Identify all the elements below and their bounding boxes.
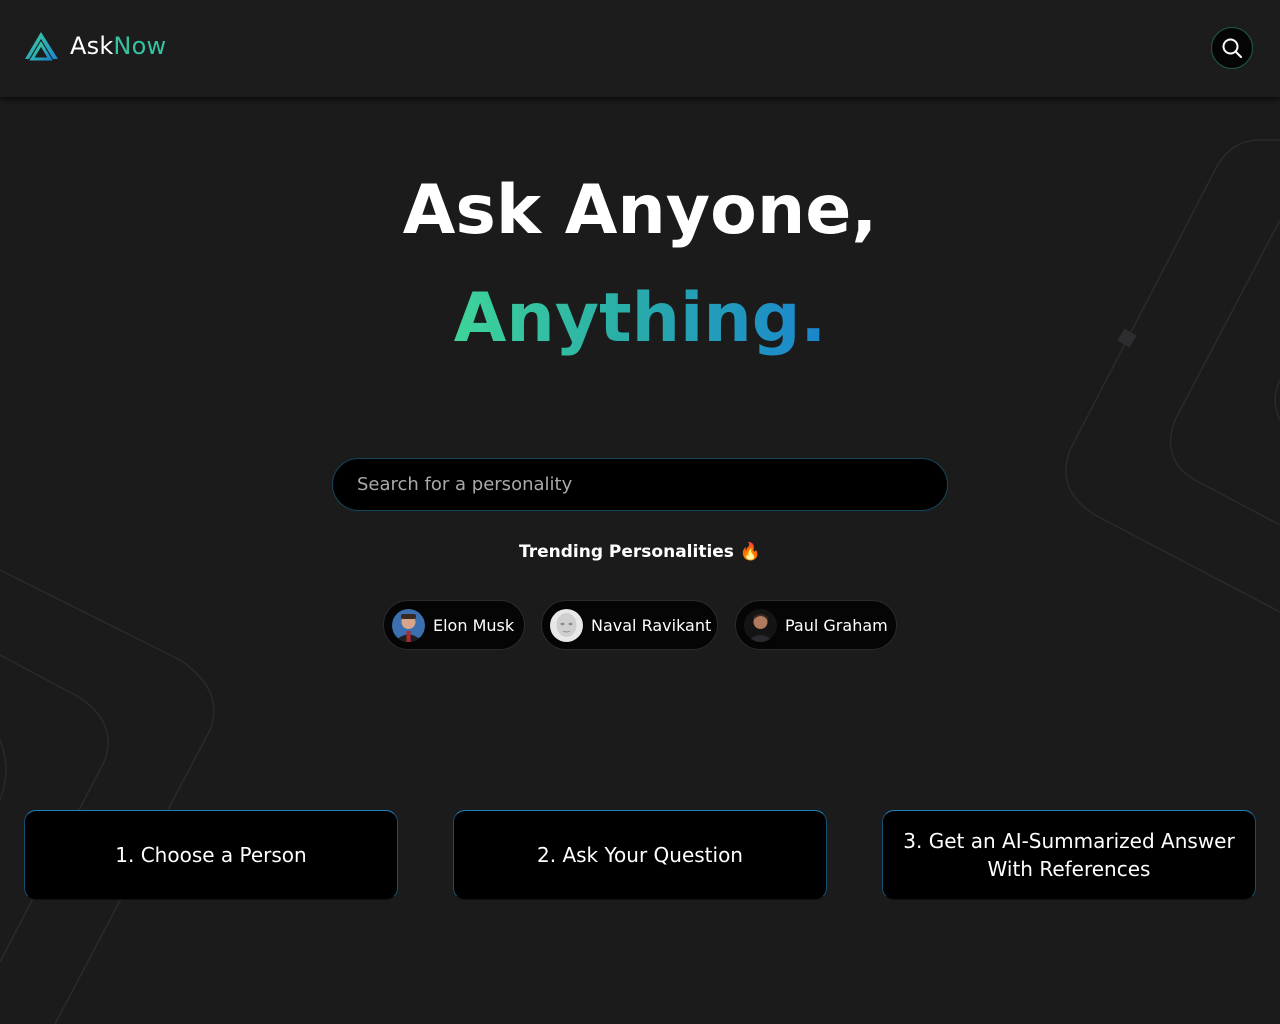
avatar [550, 608, 583, 642]
personality-chip-paul-graham[interactable]: Paul Graham [735, 600, 897, 650]
hero-title-line1: Ask Anyone, [402, 171, 878, 250]
step-card-ask-question: 2. Ask Your Question [453, 810, 827, 900]
search-button[interactable] [1211, 27, 1253, 69]
page: AskNow Ask Anyone, Anything. Trending Pe… [0, 0, 1280, 1024]
logo-text-now: Now [113, 32, 167, 60]
asknow-triangle-logo-icon [25, 32, 58, 61]
logo-text: AskNow [70, 32, 166, 60]
personality-name: Naval Ravikant [591, 615, 712, 635]
hero-title-line2: Anything. [0, 276, 1280, 362]
step-card-choose-person: 1. Choose a Person [24, 810, 398, 900]
trending-personalities-title: Trending Personalities 🔥 [518, 542, 762, 562]
top-navbar: AskNow [0, 0, 1280, 98]
avatar [744, 608, 777, 642]
hero-title-gradient-text: Anything. [453, 279, 827, 358]
personality-chip-elon-musk[interactable]: Elon Musk [383, 600, 525, 650]
search-icon [1222, 38, 1242, 58]
step-card-ai-answer: 3. Get an AI-Summarized Answer With Refe… [882, 810, 1256, 900]
logo-text-ask: Ask [70, 32, 114, 60]
personality-name: Elon Musk [433, 615, 515, 635]
avatar [392, 608, 425, 642]
personality-name: Paul Graham [785, 615, 888, 635]
personality-search-input[interactable] [332, 458, 948, 511]
asknow-logo[interactable]: AskNow [24, 31, 166, 61]
personality-chip-naval-ravikant[interactable]: Naval Ravikant [541, 600, 718, 650]
